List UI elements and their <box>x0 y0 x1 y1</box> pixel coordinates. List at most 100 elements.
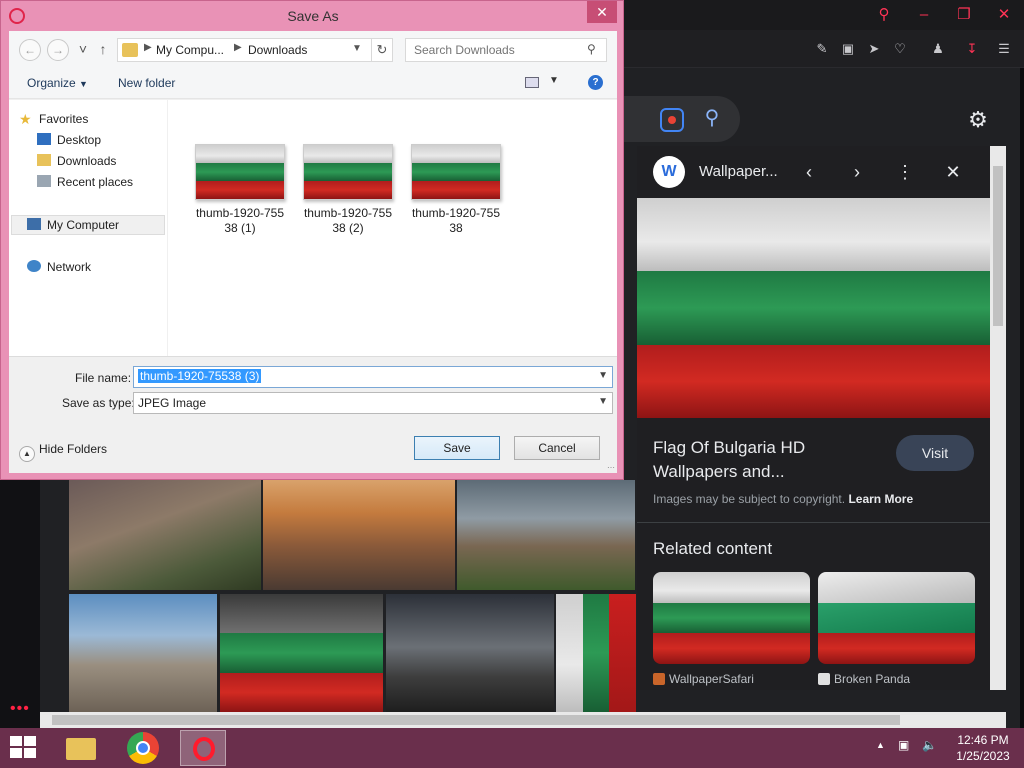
file-item[interactable]: thumb-1920-755 38 (2) <box>296 144 400 244</box>
horizontal-scrollbar[interactable] <box>40 712 1006 728</box>
snapshot-edit-icon[interactable]: ✎ <box>812 40 832 58</box>
network-icon[interactable]: ▣ <box>898 738 909 752</box>
up-arrow-icon[interactable]: ↑ <box>95 39 111 59</box>
image-result[interactable] <box>220 594 383 712</box>
opera-taskbar-button[interactable] <box>180 730 226 766</box>
restore-icon[interactable]: ❐ <box>950 4 978 26</box>
chrome-icon <box>127 732 159 764</box>
taskbar: ▲ ▣ 🔈 12:46 PM 1/25/2023 <box>0 728 1024 768</box>
image-result[interactable] <box>263 480 455 590</box>
nav-label: Recent places <box>57 175 134 189</box>
search-icon[interactable]: ⚲ <box>700 106 724 130</box>
close-icon[interactable]: ✕ <box>587 1 617 23</box>
resize-grip-icon[interactable]: ⋯ <box>607 463 615 472</box>
folder-icon <box>122 43 138 57</box>
related-source[interactable]: Broken Panda <box>818 672 910 686</box>
related-source[interactable]: WallpaperSafari <box>653 672 754 686</box>
nav-favorites[interactable]: ★ Favorites <box>19 110 88 128</box>
download-icon[interactable]: ↧ <box>962 40 982 58</box>
organize-label: Organize <box>27 76 76 90</box>
save-button[interactable]: Save <box>414 436 500 460</box>
copyright-note-text: Images may be subject to copyright. <box>653 492 846 506</box>
minimize-icon[interactable]: – <box>910 4 938 26</box>
nav-my-computer[interactable]: My Computer <box>27 216 119 234</box>
profile-icon[interactable]: ♟ <box>928 40 948 58</box>
hide-folders-button[interactable]: ▲ Hide Folders <box>19 442 107 462</box>
related-card[interactable] <box>653 572 810 664</box>
preview-header: W Wallpaper... ‹ › ⋮ ✕ <box>637 146 990 198</box>
nav-desktop[interactable]: Desktop <box>37 131 101 149</box>
sidebar-more-icon[interactable]: ••• <box>10 700 30 718</box>
copyright-note: Images may be subject to copyright. Lear… <box>653 492 913 506</box>
opera-icon <box>193 737 215 761</box>
camera-icon[interactable]: ▣ <box>838 40 858 58</box>
preview-title[interactable]: Flag Of Bulgaria HD Wallpapers and... <box>653 436 883 484</box>
chevron-down-icon[interactable]: ▼ <box>598 370 608 381</box>
breadcrumb-downloads[interactable]: Downloads <box>248 43 307 57</box>
close-icon[interactable]: ✕ <box>990 4 1018 26</box>
image-result[interactable] <box>457 480 635 590</box>
hide-folders-label: Hide Folders <box>39 442 108 456</box>
file-explorer-taskbar-button[interactable] <box>58 730 104 766</box>
clock-date: 1/25/2023 <box>956 749 1010 763</box>
file-name: thumb-1920-755 38 (2) <box>303 206 393 235</box>
cancel-button[interactable]: Cancel <box>514 436 600 460</box>
back-icon[interactable]: ← <box>19 39 41 61</box>
breadcrumb-my-computer[interactable]: My Compu... <box>156 43 224 57</box>
refresh-icon[interactable]: ↻ <box>371 38 393 62</box>
nav-recent-places[interactable]: Recent places <box>37 173 133 191</box>
image-result[interactable] <box>386 594 554 712</box>
show-hidden-icons-icon[interactable]: ▲ <box>876 740 885 750</box>
forward-icon[interactable]: → <box>47 39 69 61</box>
related-card[interactable] <box>818 572 975 664</box>
search-icon[interactable]: ⚲ <box>870 4 898 26</box>
close-icon[interactable]: ✕ <box>941 160 965 184</box>
nav-label: My Computer <box>47 218 120 232</box>
file-thumbnail <box>303 144 393 200</box>
image-result[interactable] <box>69 480 261 590</box>
file-name: thumb-1920-755 38 (1) <box>195 206 285 235</box>
learn-more-link[interactable]: Learn More <box>848 492 913 506</box>
save-type-select[interactable]: JPEG Image ▼ <box>133 392 613 414</box>
brokenpanda-favicon-icon <box>818 673 830 685</box>
file-item[interactable]: thumb-1920-755 38 (1) <box>188 144 292 244</box>
preview-scrollbar[interactable] <box>990 146 1006 690</box>
chevron-down-icon[interactable]: ▼ <box>352 43 362 54</box>
chevron-down-icon: ▼ <box>598 396 608 407</box>
heart-icon[interactable]: ♡ <box>890 40 910 58</box>
next-icon[interactable]: › <box>845 160 869 184</box>
chevron-down-icon: ▼ <box>79 79 88 89</box>
help-icon[interactable]: ? <box>588 75 603 90</box>
file-thumbnail <box>195 144 285 200</box>
nav-downloads[interactable]: Downloads <box>37 152 116 170</box>
star-icon: ★ <box>19 111 32 127</box>
organize-menu[interactable]: Organize ▼ <box>27 76 88 90</box>
image-result[interactable] <box>556 594 636 712</box>
file-item[interactable]: thumb-1920-755 38 <box>404 144 508 244</box>
visit-button[interactable]: Visit <box>896 435 974 471</box>
nav-network[interactable]: Network <box>27 258 91 276</box>
view-options-icon[interactable] <box>525 77 539 88</box>
gear-icon[interactable]: ⚙ <box>962 104 994 136</box>
save-type-label: Save as type: <box>62 396 135 410</box>
address-bar[interactable]: ▶ My Compu... ▶ Downloads ▼ <box>117 38 373 62</box>
chevron-down-icon[interactable]: ▼ <box>549 75 559 86</box>
lens-icon[interactable] <box>660 108 684 132</box>
scrollbar-thumb[interactable] <box>993 166 1003 326</box>
clock[interactable]: 12:46 PM 1/25/2023 <box>950 732 1016 764</box>
scrollbar-thumb[interactable] <box>52 715 900 725</box>
easy-setup-icon[interactable]: ☰ <box>994 40 1014 58</box>
preview-source[interactable]: Wallpaper... <box>699 163 778 180</box>
start-button[interactable] <box>10 736 38 760</box>
volume-icon[interactable]: 🔈 <box>922 738 937 752</box>
chrome-taskbar-button[interactable] <box>120 730 166 766</box>
new-folder-button[interactable]: New folder <box>118 76 175 90</box>
previous-icon[interactable]: ‹ <box>797 160 821 184</box>
send-icon[interactable]: ➤ <box>864 40 884 58</box>
search-input[interactable] <box>405 38 607 62</box>
chevron-down-icon[interactable]: ˅ <box>75 39 91 59</box>
image-result[interactable] <box>69 594 217 712</box>
more-options-icon[interactable]: ⋮ <box>893 160 917 184</box>
preview-image[interactable] <box>637 198 990 418</box>
file-name-field[interactable]: thumb-1920-75538 (3) ▼ <box>133 366 613 388</box>
